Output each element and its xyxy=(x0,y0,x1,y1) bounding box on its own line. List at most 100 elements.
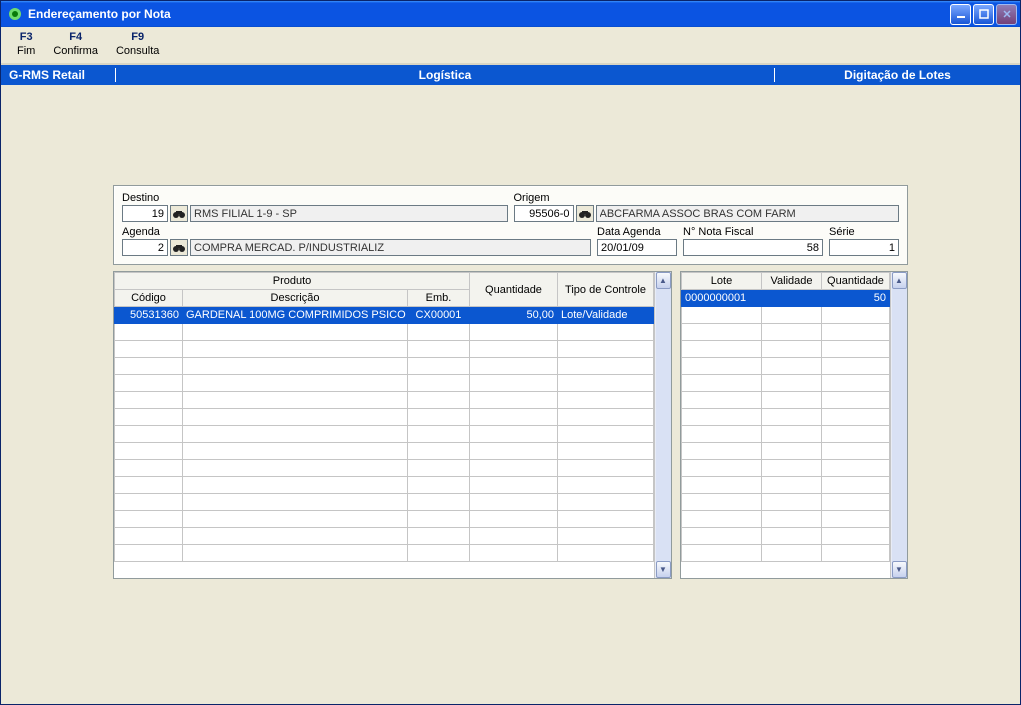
col-validade: Validade xyxy=(762,273,822,290)
product-grid[interactable]: Produto Quantidade Tipo de Controle Códi… xyxy=(113,271,672,579)
col-lote: Lote xyxy=(682,273,762,290)
col-produto: Produto xyxy=(115,273,470,290)
cell-validade xyxy=(762,290,822,307)
col-descricao: Descrição xyxy=(183,290,408,307)
table-row[interactable] xyxy=(115,358,654,375)
cell-descricao: GARDENAL 100MG COMPRIMIDOS PSICO xyxy=(183,307,408,324)
window-controls xyxy=(950,4,1017,25)
agenda-code-input[interactable] xyxy=(122,239,168,256)
data-agenda-input[interactable] xyxy=(597,239,677,256)
table-row[interactable] xyxy=(682,443,890,460)
binoculars-icon xyxy=(578,208,592,219)
table-row[interactable] xyxy=(682,341,890,358)
table-row[interactable] xyxy=(115,392,654,409)
col-quantidade-lote: Quantidade xyxy=(822,273,890,290)
table-row[interactable] xyxy=(682,477,890,494)
serie-label: Série xyxy=(829,226,899,238)
scroll-track[interactable] xyxy=(656,289,671,561)
table-row[interactable] xyxy=(682,324,890,341)
table-row[interactable]: 50531360GARDENAL 100MG COMPRIMIDOS PSICO… xyxy=(115,307,654,324)
table-row[interactable] xyxy=(115,443,654,460)
col-emb: Emb. xyxy=(407,290,469,307)
destino-code-input[interactable] xyxy=(122,205,168,222)
maximize-button[interactable] xyxy=(973,4,994,25)
table-row[interactable] xyxy=(115,528,654,545)
table-row[interactable] xyxy=(682,307,890,324)
close-button[interactable] xyxy=(996,4,1017,25)
binoculars-icon xyxy=(172,242,186,253)
banner-center: Logística xyxy=(116,68,775,82)
col-tipo: Tipo de Controle xyxy=(558,273,654,307)
serie-input[interactable] xyxy=(829,239,899,256)
table-row[interactable] xyxy=(682,460,890,477)
table-row[interactable] xyxy=(682,426,890,443)
table-row[interactable] xyxy=(682,494,890,511)
data-agenda-label: Data Agenda xyxy=(597,226,677,238)
destino-desc xyxy=(190,205,508,222)
table-row[interactable] xyxy=(682,528,890,545)
table-row[interactable] xyxy=(115,375,654,392)
cell-quantidade: 50,00 xyxy=(470,307,558,324)
lote-grid[interactable]: Lote Validade Quantidade 0000000001 50 ▲ … xyxy=(680,271,908,579)
scroll-down-icon[interactable]: ▼ xyxy=(892,561,907,578)
menu-fkey: F4 xyxy=(53,31,98,43)
origem-code-input[interactable] xyxy=(514,205,574,222)
cell-emb: CX00001 xyxy=(407,307,469,324)
table-row[interactable] xyxy=(682,511,890,528)
banner-left: G-RMS Retail xyxy=(1,68,116,82)
table-row[interactable] xyxy=(115,426,654,443)
lote-grid-scrollbar[interactable]: ▲ ▼ xyxy=(890,272,907,578)
minimize-button[interactable] xyxy=(950,4,971,25)
app-icon xyxy=(7,6,23,22)
table-row[interactable] xyxy=(682,392,890,409)
cell-tipo: Lote/Validade xyxy=(558,307,654,324)
title-bar: Endereçamento por Nota xyxy=(1,1,1020,27)
agenda-desc xyxy=(190,239,591,256)
menu-confirma[interactable]: F4 Confirma xyxy=(53,31,98,63)
agenda-search-button[interactable] xyxy=(170,239,188,256)
scroll-track[interactable] xyxy=(892,289,907,561)
table-row[interactable] xyxy=(682,375,890,392)
menu-consulta[interactable]: F9 Consulta xyxy=(116,31,159,63)
banner: G-RMS Retail Logística Digitação de Lote… xyxy=(1,65,1020,85)
menubar: F3 Fim F4 Confirma F9 Consulta xyxy=(1,27,1020,65)
table-row[interactable] xyxy=(682,358,890,375)
menu-label: Fim xyxy=(17,45,35,57)
table-row[interactable] xyxy=(115,494,654,511)
col-codigo: Código xyxy=(115,290,183,307)
product-grid-scrollbar[interactable]: ▲ ▼ xyxy=(654,272,671,578)
table-row[interactable] xyxy=(115,460,654,477)
menu-fkey: F9 xyxy=(116,31,159,43)
table-row[interactable] xyxy=(115,409,654,426)
table-row[interactable] xyxy=(115,324,654,341)
agenda-label: Agenda xyxy=(122,226,591,238)
col-quantidade: Quantidade xyxy=(470,273,558,307)
menu-label: Consulta xyxy=(116,45,159,57)
table-row[interactable] xyxy=(682,409,890,426)
table-row[interactable] xyxy=(682,545,890,562)
table-row[interactable]: 0000000001 50 xyxy=(682,290,890,307)
cell-lote: 0000000001 xyxy=(682,290,762,307)
filter-panel: Destino Origem xyxy=(113,185,908,265)
menu-label: Confirma xyxy=(53,45,98,57)
scroll-up-icon[interactable]: ▲ xyxy=(656,272,671,289)
scroll-down-icon[interactable]: ▼ xyxy=(656,561,671,578)
destino-label: Destino xyxy=(122,192,508,204)
table-row[interactable] xyxy=(115,545,654,562)
origem-search-button[interactable] xyxy=(576,205,594,222)
nota-label: N° Nota Fiscal xyxy=(683,226,823,238)
nota-input[interactable] xyxy=(683,239,823,256)
scroll-up-icon[interactable]: ▲ xyxy=(892,272,907,289)
window-title: Endereçamento por Nota xyxy=(28,7,950,21)
origem-desc xyxy=(596,205,900,222)
menu-fkey: F3 xyxy=(17,31,35,43)
banner-right: Digitação de Lotes xyxy=(775,68,1020,82)
binoculars-icon xyxy=(172,208,186,219)
destino-search-button[interactable] xyxy=(170,205,188,222)
table-row[interactable] xyxy=(115,341,654,358)
table-row[interactable] xyxy=(115,511,654,528)
table-row[interactable] xyxy=(115,477,654,494)
menu-fim[interactable]: F3 Fim xyxy=(17,31,35,63)
cell-quantidade: 50 xyxy=(822,290,890,307)
origem-label: Origem xyxy=(514,192,900,204)
